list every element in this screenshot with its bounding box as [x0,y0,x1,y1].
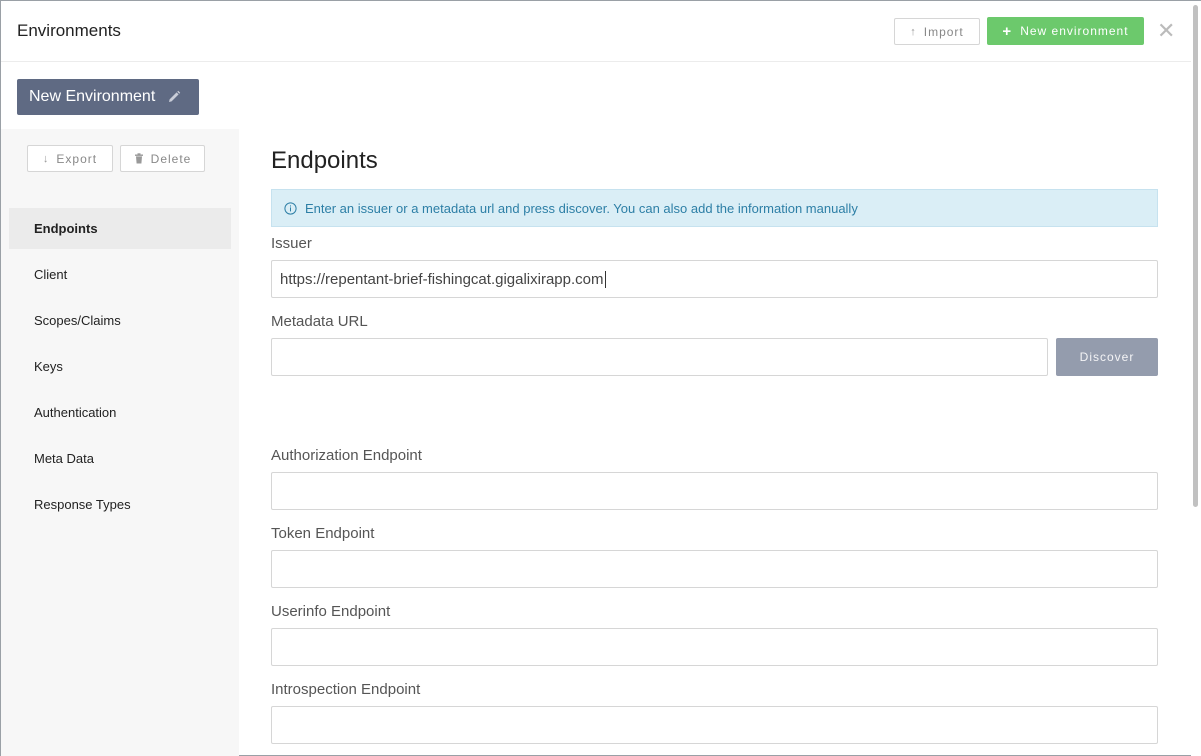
sidebar-item-endpoints[interactable]: Endpoints [9,208,231,249]
info-icon [284,201,297,215]
info-text: Enter an issuer or a metadata url and pr… [305,200,858,216]
export-button[interactable]: ↓ Export [27,145,113,172]
export-label: Export [56,151,98,166]
environment-name: New Environment [29,88,156,105]
modal-header: Environments ↑ Import + New environment … [1,1,1191,62]
sidebar-item-scopes-claims[interactable]: Scopes/Claims [9,300,231,341]
issuer-value: https://repentant-brief-fishingcat.gigal… [280,270,604,288]
main-content: Endpoints Enter an issuer or a metadata … [239,129,1191,756]
sidebar-item-meta-data[interactable]: Meta Data [9,438,231,479]
discover-button[interactable]: Discover [1056,338,1158,376]
userinfo-endpoint-label: Userinfo Endpoint [271,603,391,620]
new-environment-button[interactable]: + New environment [987,17,1144,45]
sidebar-item-keys[interactable]: Keys [9,346,231,387]
sidebar-item-label: Meta Data [34,451,94,466]
delete-label: Delete [150,151,192,166]
introspection-endpoint-input[interactable] [271,706,1158,744]
modal-title: Environments [17,21,121,40]
sidebar-item-label: Response Types [34,497,131,512]
scrollbar[interactable] [1191,1,1201,756]
metadata-url-label: Metadata URL [271,313,368,330]
trash-icon [134,153,143,164]
import-button[interactable]: ↑ Import [894,18,980,45]
sidebar-item-client[interactable]: Client [9,254,231,295]
new-environment-label: New environment [1020,24,1129,38]
arrow-down-icon: ↓ [42,152,50,165]
userinfo-endpoint-input[interactable] [271,628,1158,666]
sidebar-item-authentication[interactable]: Authentication [9,392,231,433]
pencil-icon[interactable] [167,90,181,104]
info-alert: Enter an issuer or a metadata url and pr… [271,189,1158,227]
import-label: Import [923,24,964,39]
introspection-endpoint-label: Introspection Endpoint [271,681,421,698]
token-endpoint-input[interactable] [271,550,1158,588]
authorization-endpoint-input[interactable] [271,472,1158,510]
sidebar-item-label: Keys [34,359,63,374]
sidebar-item-label: Authentication [34,405,117,420]
issuer-label: Issuer [271,235,312,252]
page-title: Endpoints [271,147,378,174]
sidebar-item-label: Endpoints [34,221,98,236]
environment-name-tab[interactable]: New Environment [17,79,199,115]
token-endpoint-label: Token Endpoint [271,525,375,542]
sidebar-item-label: Scopes/Claims [34,313,121,328]
sidebar-item-response-types[interactable]: Response Types [9,484,231,525]
scrollbar-thumb[interactable] [1193,5,1198,507]
close-icon[interactable]: ✕ [1157,19,1175,43]
environments-modal: Environments ↑ Import + New environment … [0,0,1201,756]
issuer-input[interactable]: https://repentant-brief-fishingcat.gigal… [271,260,1158,298]
sidebar-item-label: Client [34,267,68,282]
authorization-endpoint-label: Authorization Endpoint [271,447,422,464]
text-cursor [604,270,606,288]
plus-icon: + [1002,22,1013,40]
sidebar: ↓ Export Delete Endpoints Client Scopes/… [1,129,239,756]
metadata-url-input[interactable] [271,338,1048,376]
delete-button[interactable]: Delete [120,145,205,172]
arrow-up-icon: ↑ [910,25,917,38]
